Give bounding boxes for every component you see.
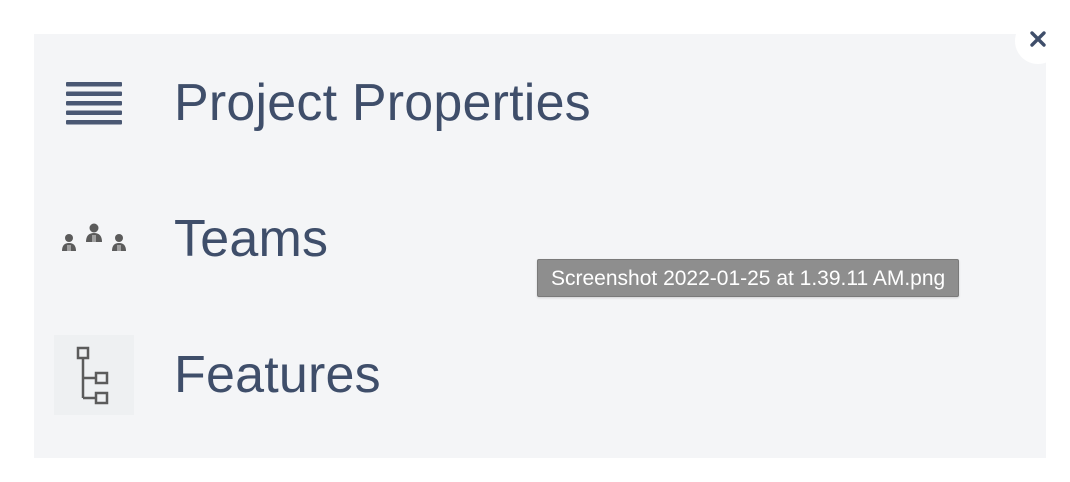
menu-item-label: Features <box>174 346 381 404</box>
page: Project Properties Teams Features Screen… <box>0 0 1070 482</box>
filename-tooltip: Screenshot 2022-01-25 at 1.39.11 AM.png <box>537 259 960 297</box>
teams-icon <box>54 199 134 279</box>
close-icon <box>1029 30 1047 53</box>
list-icon <box>54 63 134 143</box>
close-button[interactable] <box>1015 18 1061 64</box>
menu-panel: Project Properties Teams Features <box>34 34 1046 458</box>
menu-item-label: Project Properties <box>174 74 591 132</box>
menu-item-label: Teams <box>174 210 329 268</box>
menu-item-project-properties[interactable]: Project Properties <box>34 48 654 158</box>
menu-item-features[interactable]: Features <box>34 320 654 430</box>
hierarchy-icon <box>54 335 134 415</box>
